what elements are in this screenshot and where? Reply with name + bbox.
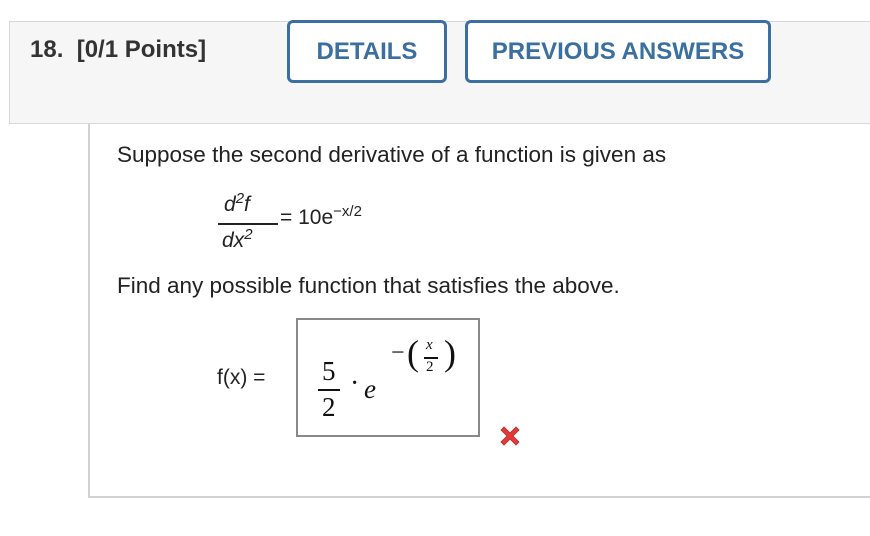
answer-denominator: 2 — [322, 392, 336, 422]
question-instruction: Find any possible function that satisfie… — [117, 273, 620, 298]
question-title: 18. [0/1 Points] — [30, 36, 206, 64]
previous-answers-button[interactable]: PREVIOUS ANSWERS — [465, 20, 771, 83]
answer-input[interactable]: 5 2 · e − ( x 2 ) — [296, 318, 480, 437]
question-prompt: Suppose the second derivative of a funct… — [117, 142, 667, 167]
answer-exp-sign: − — [391, 340, 405, 366]
equation-numerator: d2f — [224, 190, 250, 216]
question-number: 18. — [30, 36, 64, 63]
equation-denominator: dx2 — [222, 226, 253, 252]
equation-rhs: = 10e−x/2 — [280, 203, 362, 229]
cross-icon — [500, 426, 520, 446]
answer-fraction-bar — [318, 389, 340, 391]
answer-numerator: 5 — [322, 356, 336, 386]
answer-left-paren: ( — [407, 333, 419, 373]
question-points: [0/1 Points] — [76, 36, 207, 63]
answer-exp-den: 2 — [426, 359, 434, 375]
answer-right-paren: ) — [444, 333, 456, 373]
answer-base: e — [364, 374, 376, 404]
fraction-bar — [218, 223, 278, 225]
answer-dot: · — [350, 368, 360, 399]
derivative-equation: d2f dx2 = 10e−x/2 — [212, 190, 432, 260]
answer-exp-num: x — [426, 337, 433, 353]
details-button[interactable]: DETAILS — [287, 20, 447, 83]
answer-label: f(x) = — [217, 366, 266, 389]
question-body — [88, 124, 870, 498]
